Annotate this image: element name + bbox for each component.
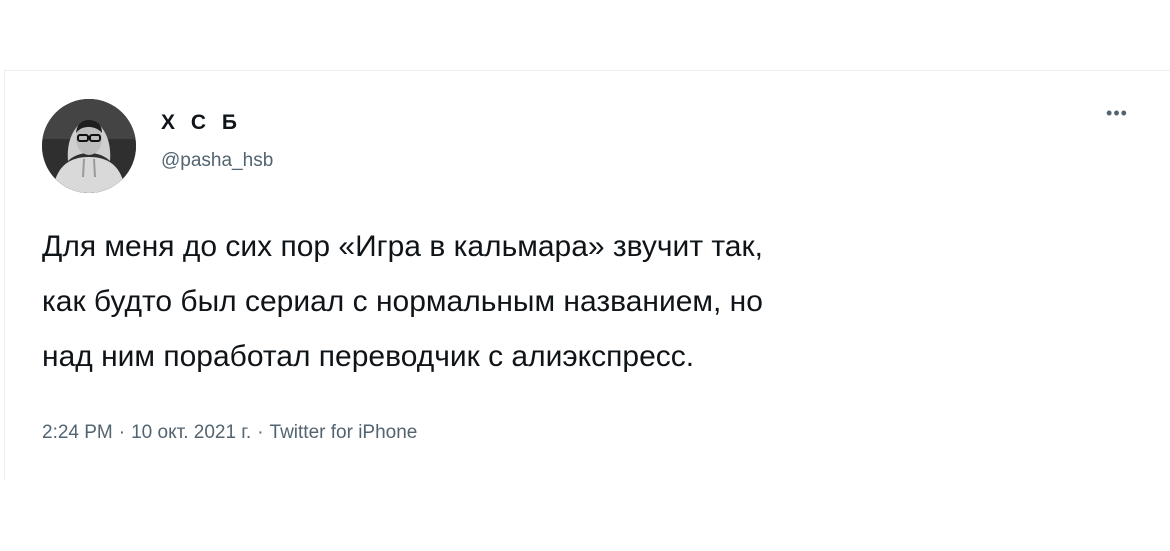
tweet-text-line: над ним поработал переводчик с алиэкспре… [42, 340, 695, 373]
tweet-text-line: как будто был сериал с нормальным назван… [42, 285, 763, 318]
tweet-text: Для меня до сих пор «Игра в кальмара» зв… [42, 219, 1142, 384]
tweet-time[interactable]: 2:24 PM [42, 422, 113, 443]
tweet-card: Х С Б @pasha_hsb ••• Для меня до сих пор… [4, 70, 1170, 480]
avatar[interactable] [42, 99, 136, 193]
more-options-button[interactable]: ••• [1099, 101, 1135, 125]
avatar-photo [42, 99, 136, 193]
tweet-source[interactable]: Twitter for iPhone [270, 422, 418, 443]
meta-separator: · [118, 422, 126, 443]
tweet-meta: 2:24 PM · 10 окт. 2021 г. · Twitter for iPho… [42, 422, 417, 444]
meta-separator: · [257, 422, 264, 443]
tweet-date[interactable]: 10 окт. 2021 г. [131, 422, 251, 443]
author-handle[interactable]: @pasha_hsb [161, 150, 273, 172]
author-display-name[interactable]: Х С Б [161, 111, 242, 135]
page: Х С Б @pasha_hsb ••• Для меня до сих пор… [0, 0, 1170, 551]
tweet-text-line: Для меня до сих пор «Игра в кальмара» зв… [42, 230, 763, 263]
more-dots-icon: ••• [1106, 103, 1128, 123]
